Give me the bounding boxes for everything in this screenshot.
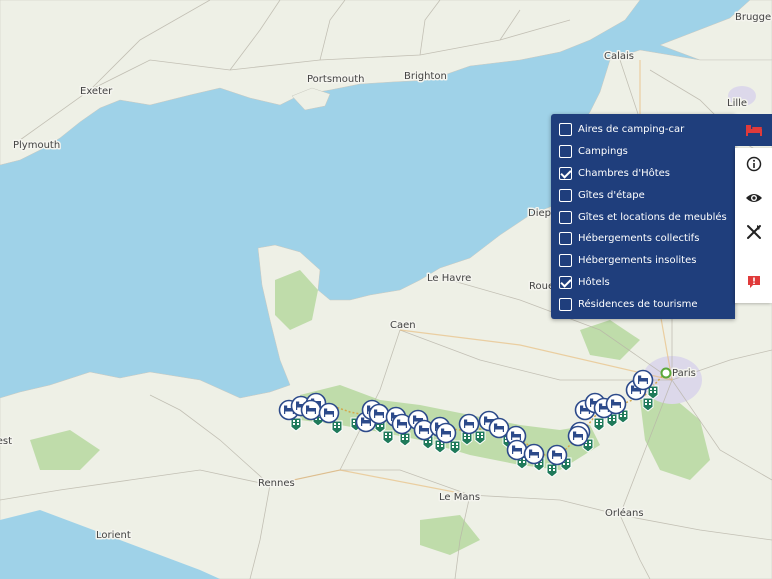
eye-icon — [745, 194, 762, 202]
visibility-tool-button[interactable] — [735, 182, 772, 214]
filter-checkbox[interactable] — [559, 166, 572, 180]
filter-checkbox[interactable] — [559, 254, 572, 268]
alert-tool-button[interactable] — [735, 266, 772, 298]
filter-label: Aires de camping-car — [578, 124, 685, 136]
filter-label: Gîtes et locations de meublés — [578, 211, 727, 223]
filter-option[interactable]: Hébergements collectifs — [559, 228, 735, 250]
filter-checkbox[interactable] — [559, 232, 572, 246]
filter-option[interactable]: Résidences de tourisme — [559, 293, 735, 315]
filter-checkbox[interactable] — [559, 145, 572, 159]
city-label-paris: Paris — [672, 368, 696, 379]
city-label-brugge: Brugge — [735, 12, 771, 23]
filter-label: Hôtels — [578, 276, 610, 288]
filter-label: Hébergements insolites — [578, 255, 697, 267]
city-label-plymouth: Plymouth — [13, 140, 60, 151]
bed-icon[interactable] — [435, 422, 457, 444]
alert-icon — [747, 276, 760, 288]
filter-option[interactable]: Chambres d'Hôtes — [559, 163, 735, 185]
bed-icon[interactable] — [523, 443, 545, 465]
bed-icon[interactable] — [368, 403, 390, 425]
bed-icon[interactable] — [605, 393, 627, 415]
bed-icon[interactable] — [488, 417, 510, 439]
city-label-le-havre: Le Havre — [427, 273, 471, 284]
city-label-brighton: Brighton — [404, 71, 447, 82]
filter-label: Campings — [578, 146, 628, 158]
route-end-paris — [660, 367, 672, 379]
filter-label: Chambres d'Hôtes — [578, 167, 670, 179]
city-label-lorient: Lorient — [96, 530, 131, 541]
bed-icon[interactable] — [567, 425, 589, 447]
filter-label: Résidences de tourisme — [578, 298, 698, 310]
filter-option[interactable]: Aires de camping-car — [559, 119, 735, 141]
accommodation-filter-panel: Aires de camping-car Campings Chambres d'H… — [551, 114, 735, 319]
filter-checkbox[interactable] — [559, 188, 572, 202]
filter-checkbox[interactable] — [559, 297, 572, 311]
city-label-caen: Caen — [390, 320, 416, 331]
bed-icon — [745, 125, 762, 136]
filter-option[interactable]: Gîtes d'étape — [559, 184, 735, 206]
city-label-le-mans: Le Mans — [439, 492, 480, 503]
filter-option[interactable]: Gîtes et locations de meublés — [559, 206, 735, 228]
city-label-rennes: Rennes — [258, 478, 295, 489]
filter-checkbox[interactable] — [559, 210, 572, 224]
bed-icon[interactable] — [546, 444, 568, 466]
city-label-portsmouth: Portsmouth — [307, 74, 365, 85]
map-tool-rail — [735, 148, 772, 303]
filter-label: Hébergements collectifs — [578, 233, 700, 245]
filter-label: Gîtes d'étape — [578, 189, 645, 201]
accommodation-tool-button[interactable] — [735, 114, 772, 146]
bed-icon[interactable] — [632, 369, 654, 391]
city-label-brest: Brest — [0, 436, 12, 447]
info-tool-button[interactable] — [735, 148, 772, 180]
city-label-orleans: Orléans — [605, 507, 644, 519]
filter-option[interactable]: Campings — [559, 141, 735, 163]
city-label-calais: Calais — [604, 51, 634, 62]
restaurant-tool-button[interactable] — [735, 216, 772, 248]
bed-icon[interactable] — [300, 399, 322, 421]
city-label-lille: Lille — [727, 98, 747, 109]
fork-knife-icon — [746, 225, 761, 239]
info-icon — [746, 156, 761, 172]
bed-icon[interactable] — [506, 439, 528, 461]
bed-icon[interactable] — [318, 402, 340, 424]
filter-option[interactable]: Hébergements insolites — [559, 250, 735, 272]
filter-option[interactable]: Hôtels — [559, 272, 735, 294]
city-label-exeter: Exeter — [80, 86, 113, 97]
bed-icon[interactable] — [458, 413, 480, 435]
filter-checkbox[interactable] — [559, 275, 572, 289]
filter-checkbox[interactable] — [559, 123, 572, 137]
